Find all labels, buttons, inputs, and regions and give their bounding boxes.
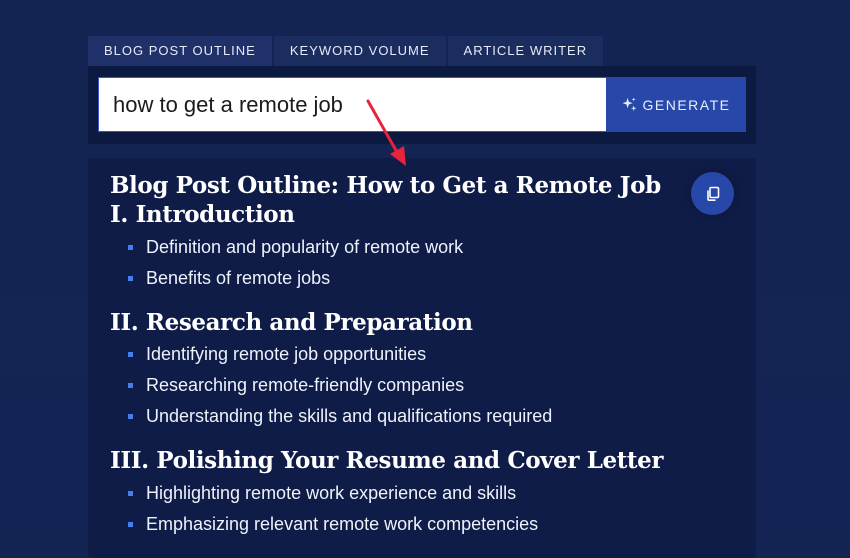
bullet-icon: [128, 352, 133, 357]
copy-icon: [706, 186, 719, 201]
generate-button[interactable]: GENERATE: [606, 77, 746, 132]
section-heading-introduction: I. Introduction: [110, 201, 295, 228]
list-item: Definition and popularity of remote work: [128, 232, 463, 263]
tab-bar: BLOG POST OUTLINE KEYWORD VOLUME ARTICLE…: [88, 36, 605, 66]
list-item: Benefits of remote jobs: [128, 263, 463, 294]
outline-output-panel: Blog Post Outline: How to Get a Remote J…: [88, 158, 756, 558]
input-panel: GENERATE: [88, 66, 756, 144]
section-heading-research: II. Research and Preparation: [110, 309, 473, 336]
list-item: Emphasizing relevant remote work compete…: [128, 509, 538, 540]
list-item: Understanding the skills and qualificati…: [128, 401, 552, 432]
bullet-icon: [128, 522, 133, 527]
topic-input[interactable]: [98, 77, 606, 132]
bullet-icon: [128, 414, 133, 419]
bullet-icon: [128, 491, 133, 496]
tab-keyword-volume[interactable]: KEYWORD VOLUME: [273, 36, 446, 66]
list-item: Highlighting remote work experience and …: [128, 478, 538, 509]
bullet-icon: [128, 276, 133, 281]
outline-title: Blog Post Outline: How to Get a Remote J…: [110, 172, 661, 199]
tab-blog-post-outline[interactable]: BLOG POST OUTLINE: [88, 36, 272, 66]
copy-button[interactable]: [691, 172, 734, 215]
list-item: Identifying remote job opportunities: [128, 339, 552, 370]
section-heading-resume: III. Polishing Your Resume and Cover Let…: [110, 447, 664, 474]
sparkle-icon: [621, 97, 637, 112]
section-list-research: Identifying remote job opportunities Res…: [128, 339, 552, 432]
list-item: Researching remote-friendly companies: [128, 370, 552, 401]
annotation-arrow-icon: [366, 99, 406, 166]
generate-label: GENERATE: [642, 96, 731, 113]
tab-article-writer[interactable]: ARTICLE WRITER: [447, 36, 604, 66]
section-list-introduction: Definition and popularity of remote work…: [128, 232, 463, 294]
bullet-icon: [128, 383, 133, 388]
bullet-icon: [128, 245, 133, 250]
section-list-resume: Highlighting remote work experience and …: [128, 478, 538, 540]
